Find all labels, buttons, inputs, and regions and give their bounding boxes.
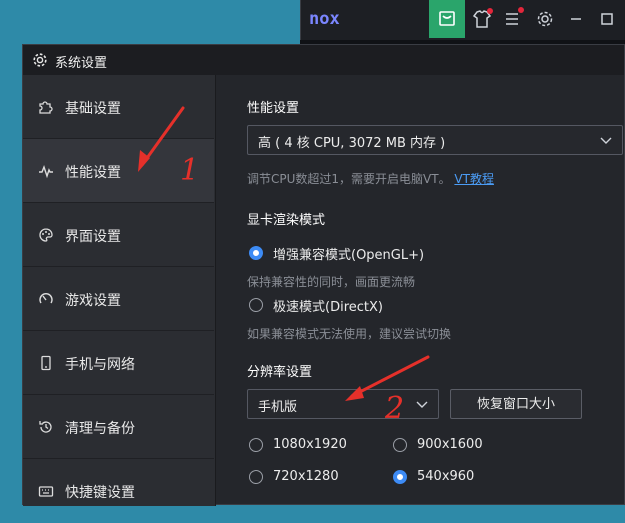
resolution-select[interactable]: 手机版 [247, 389, 439, 419]
sidebar-item-label: 手机与网络 [65, 357, 135, 373]
chevron-down-icon [416, 401, 428, 408]
resolution-title: 分辨率设置 [247, 365, 313, 380]
resolution-1080-radio[interactable] [249, 438, 263, 452]
settings-dialog: 系统设置 基础设置 性能设置 界面设置 游戏设置 手机与网络 清理与备份 快捷键… [22, 44, 625, 506]
resolution-540-label[interactable]: 540x960 [417, 469, 474, 484]
resolution-900-radio[interactable] [393, 438, 407, 452]
performance-hint: 调节CPU数超过1，需要开启电脑VT。 VT教程 [247, 170, 494, 187]
performance-select-value: 高 ( 4 核 CPU, 3072 MB 内存 ) [258, 136, 446, 151]
history-icon [39, 421, 52, 433]
sidebar-item-label: 界面设置 [65, 229, 121, 245]
store-bag-icon [439, 11, 455, 26]
notify-dot [487, 8, 493, 14]
resolution-select-value: 手机版 [258, 400, 298, 415]
performance-hint-text: 调节CPU数超过1，需要开启电脑VT。 [247, 172, 451, 186]
store-button[interactable] [429, 0, 465, 38]
settings-sidebar: 基础设置 性能设置 界面设置 游戏设置 手机与网络 清理与备份 快捷键设置 [23, 75, 216, 506]
nox-logo: nox [309, 9, 340, 29]
resolution-720-label[interactable]: 720x1280 [273, 469, 339, 484]
restore-window-button[interactable]: 恢复窗口大小 [450, 389, 582, 419]
gear-icon [33, 53, 47, 67]
vt-tutorial-link[interactable]: VT教程 [454, 172, 494, 186]
dialog-title-bar[interactable]: 系统设置 [23, 45, 624, 75]
settings-content: 性能设置 高 ( 4 核 CPU, 3072 MB 内存 ) 调节CPU数超过1… [216, 75, 624, 504]
sidebar-item-label: 清理与备份 [65, 421, 135, 437]
sidebar-item-game[interactable]: 游戏设置 [23, 267, 214, 331]
sidebar-item-shortcuts[interactable]: 快捷键设置 [23, 459, 214, 523]
emulator-toolbar: nox [300, 0, 625, 40]
performance-title: 性能设置 [247, 101, 300, 116]
performance-select[interactable]: 高 ( 4 核 CPU, 3072 MB 内存 ) [247, 125, 623, 155]
sidebar-item-performance[interactable]: 性能设置 [23, 139, 214, 203]
render-opengl-radio[interactable] [249, 246, 263, 260]
resolution-540-radio[interactable] [393, 470, 407, 484]
sidebar-item-label: 游戏设置 [65, 293, 121, 309]
sidebar-item-label: 基础设置 [65, 101, 121, 117]
palette-icon [39, 228, 53, 242]
render-opengl-label[interactable]: 增强兼容模式(OpenGL+) [273, 244, 424, 263]
dialog-title: 系统设置 [55, 56, 108, 71]
puzzle-icon [39, 101, 53, 114]
resolution-720-radio[interactable] [249, 470, 263, 484]
resolution-900-label[interactable]: 900x1600 [417, 437, 483, 452]
render-opengl-desc: 保持兼容性的同时，画面更流畅 [247, 275, 416, 289]
render-directx-radio[interactable] [249, 298, 263, 312]
sidebar-item-basic[interactable]: 基础设置 [23, 75, 214, 139]
gear-icon[interactable] [534, 8, 556, 30]
sidebar-item-interface[interactable]: 界面设置 [23, 203, 214, 267]
chevron-down-icon [600, 137, 612, 144]
maximize-icon[interactable] [596, 8, 618, 30]
render-title: 显卡渲染模式 [247, 213, 326, 228]
sidebar-item-clean-backup[interactable]: 清理与备份 [23, 395, 214, 459]
keyboard-icon [38, 486, 54, 497]
minimize-icon[interactable] [565, 8, 587, 30]
render-directx-desc: 如果兼容模式无法使用，建议尝试切换 [247, 327, 452, 341]
sidebar-item-label: 性能设置 [65, 165, 121, 181]
gauge-icon [39, 293, 53, 304]
resolution-1080-label[interactable]: 1080x1920 [273, 437, 347, 452]
phone-icon [41, 355, 51, 371]
sidebar-item-phone-network[interactable]: 手机与网络 [23, 331, 214, 395]
notify-dot [518, 7, 524, 13]
pulse-icon [39, 164, 53, 179]
sidebar-item-label: 快捷键设置 [65, 485, 135, 501]
render-directx-label[interactable]: 极速模式(DirectX) [273, 296, 383, 315]
